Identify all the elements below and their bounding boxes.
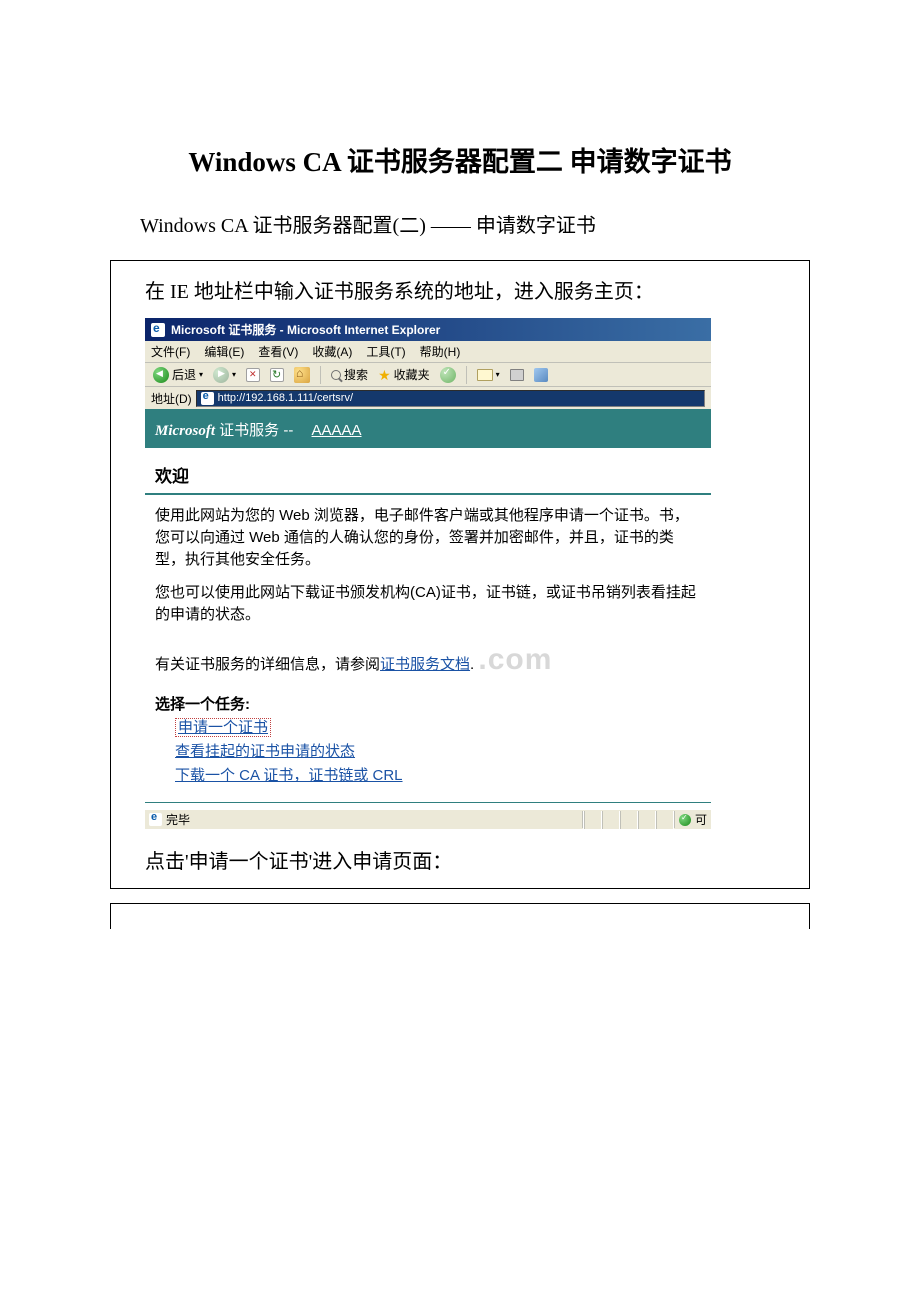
- edit-button[interactable]: [532, 368, 550, 382]
- fav-label: 收藏夹: [394, 366, 430, 383]
- next-card-top: [110, 903, 810, 929]
- print-button[interactable]: [508, 369, 526, 381]
- caret-icon: ▾: [199, 370, 203, 379]
- intro-paragraph-2: 您也可以使用此网站下载证书颁发机构(CA)证书，证书链，或证书吊销列表看挂起的申…: [145, 582, 711, 638]
- menu-favorites[interactable]: 收藏(A): [312, 343, 352, 360]
- certsrv-header: Microsoft 证书服务 -- AAAAA: [145, 409, 711, 448]
- home-button[interactable]: [292, 367, 312, 383]
- status-cells: [583, 811, 674, 829]
- search-button[interactable]: 搜索: [329, 366, 370, 383]
- refresh-icon: [270, 368, 284, 382]
- mail-icon: [477, 369, 493, 381]
- back-label: 后退: [172, 366, 196, 383]
- window-titlebar: Microsoft 证书服务 - Microsoft Internet Expl…: [145, 318, 711, 341]
- doc-title: Windows CA 证书服务器配置二 申请数字证书: [110, 140, 810, 179]
- address-bar: 地址(D) http://192.168.1.111/certsrv/: [145, 387, 711, 409]
- intro-paragraph-3: 有关证书服务的详细信息，请参阅证书服务文档. .com: [145, 638, 711, 694]
- menu-edit[interactable]: 编辑(E): [204, 343, 244, 360]
- edit-icon: [534, 368, 548, 382]
- ie-icon: [149, 813, 162, 826]
- after-note: 点击'申请一个证书'进入申请页面：: [145, 845, 809, 874]
- intro-note: 在 IE 地址栏中输入证书服务系统的地址，进入服务主页：: [145, 275, 809, 304]
- task-download-ca[interactable]: 下载一个 CA 证书，证书链或 CRL: [175, 767, 403, 784]
- task-view-pending[interactable]: 查看挂起的证书申请的状态: [175, 743, 355, 760]
- menu-file[interactable]: 文件(F): [151, 343, 190, 360]
- instruction-card: 在 IE 地址栏中输入证书服务系统的地址，进入服务主页： Microsoft 证…: [110, 260, 810, 889]
- toolbar: 后退▾ ▾ 搜索 ★收藏夹 ▾: [145, 363, 711, 387]
- window-title: Microsoft 证书服务 - Microsoft Internet Expl…: [171, 321, 440, 338]
- doc-subtitle: Windows CA 证书服务器配置(二) —— 申请数字证书: [140, 209, 810, 238]
- welcome-heading: 欢迎: [145, 448, 711, 493]
- period: .: [470, 656, 474, 673]
- divider: [145, 493, 711, 495]
- separator: [466, 366, 467, 384]
- trusted-icon: [679, 814, 691, 826]
- star-icon: ★: [378, 368, 391, 382]
- menubar: 文件(F) 编辑(E) 查看(V) 收藏(A) 工具(T) 帮助(H): [145, 341, 711, 363]
- ie-icon: [201, 392, 214, 405]
- favorites-button[interactable]: ★收藏夹: [376, 366, 432, 383]
- ie-window: Microsoft 证书服务 - Microsoft Internet Expl…: [145, 318, 711, 829]
- search-icon: [331, 370, 341, 380]
- ms-brand: Microsoft: [155, 423, 215, 439]
- header-text: 证书服务 --: [215, 422, 298, 439]
- menu-help[interactable]: 帮助(H): [420, 343, 461, 360]
- forward-icon: [213, 367, 229, 383]
- address-url: http://192.168.1.111/certsrv/: [218, 392, 353, 404]
- history-button[interactable]: [438, 367, 458, 383]
- address-input[interactable]: http://192.168.1.111/certsrv/: [196, 390, 705, 407]
- history-icon: [440, 367, 456, 383]
- menu-view[interactable]: 查看(V): [258, 343, 298, 360]
- tasks-heading: 选择一个任务:: [145, 693, 711, 716]
- print-icon: [510, 369, 524, 381]
- watermark: .com: [478, 643, 552, 676]
- ie-icon: [151, 323, 165, 337]
- status-bar: 完毕 可: [145, 809, 711, 829]
- mail-button[interactable]: ▾: [475, 369, 502, 381]
- caret-icon: ▾: [232, 370, 236, 379]
- ca-name-link[interactable]: AAAAA: [312, 422, 362, 439]
- status-done: 完毕: [166, 811, 190, 828]
- security-zone: 可: [674, 811, 711, 828]
- menu-tools[interactable]: 工具(T): [366, 343, 405, 360]
- separator: [320, 366, 321, 384]
- stop-button[interactable]: [244, 368, 262, 382]
- address-label: 地址(D): [151, 390, 192, 407]
- caret-icon: ▾: [496, 370, 500, 379]
- divider: [145, 802, 711, 803]
- forward-button[interactable]: ▾: [211, 367, 238, 383]
- para3-text: 有关证书服务的详细信息，请参阅: [155, 656, 380, 673]
- intro-paragraph-1: 使用此网站为您的 Web 浏览器，电子邮件客户端或其他程序申请一个证书。书，您可…: [145, 505, 711, 582]
- task-request-cert[interactable]: 申请一个证书: [175, 718, 271, 737]
- back-button[interactable]: 后退▾: [151, 366, 205, 383]
- home-icon: [294, 367, 310, 383]
- zone-label: 可: [695, 811, 707, 828]
- stop-icon: [246, 368, 260, 382]
- certsrv-body: 欢迎 使用此网站为您的 Web 浏览器，电子邮件客户端或其他程序申请一个证书。书…: [145, 448, 711, 809]
- cert-docs-link[interactable]: 证书服务文档: [380, 656, 470, 673]
- back-icon: [153, 367, 169, 383]
- task-list: 申请一个证书 查看挂起的证书申请的状态 下载一个 CA 证书，证书链或 CRL: [145, 716, 711, 794]
- search-label: 搜索: [344, 366, 368, 383]
- refresh-button[interactable]: [268, 368, 286, 382]
